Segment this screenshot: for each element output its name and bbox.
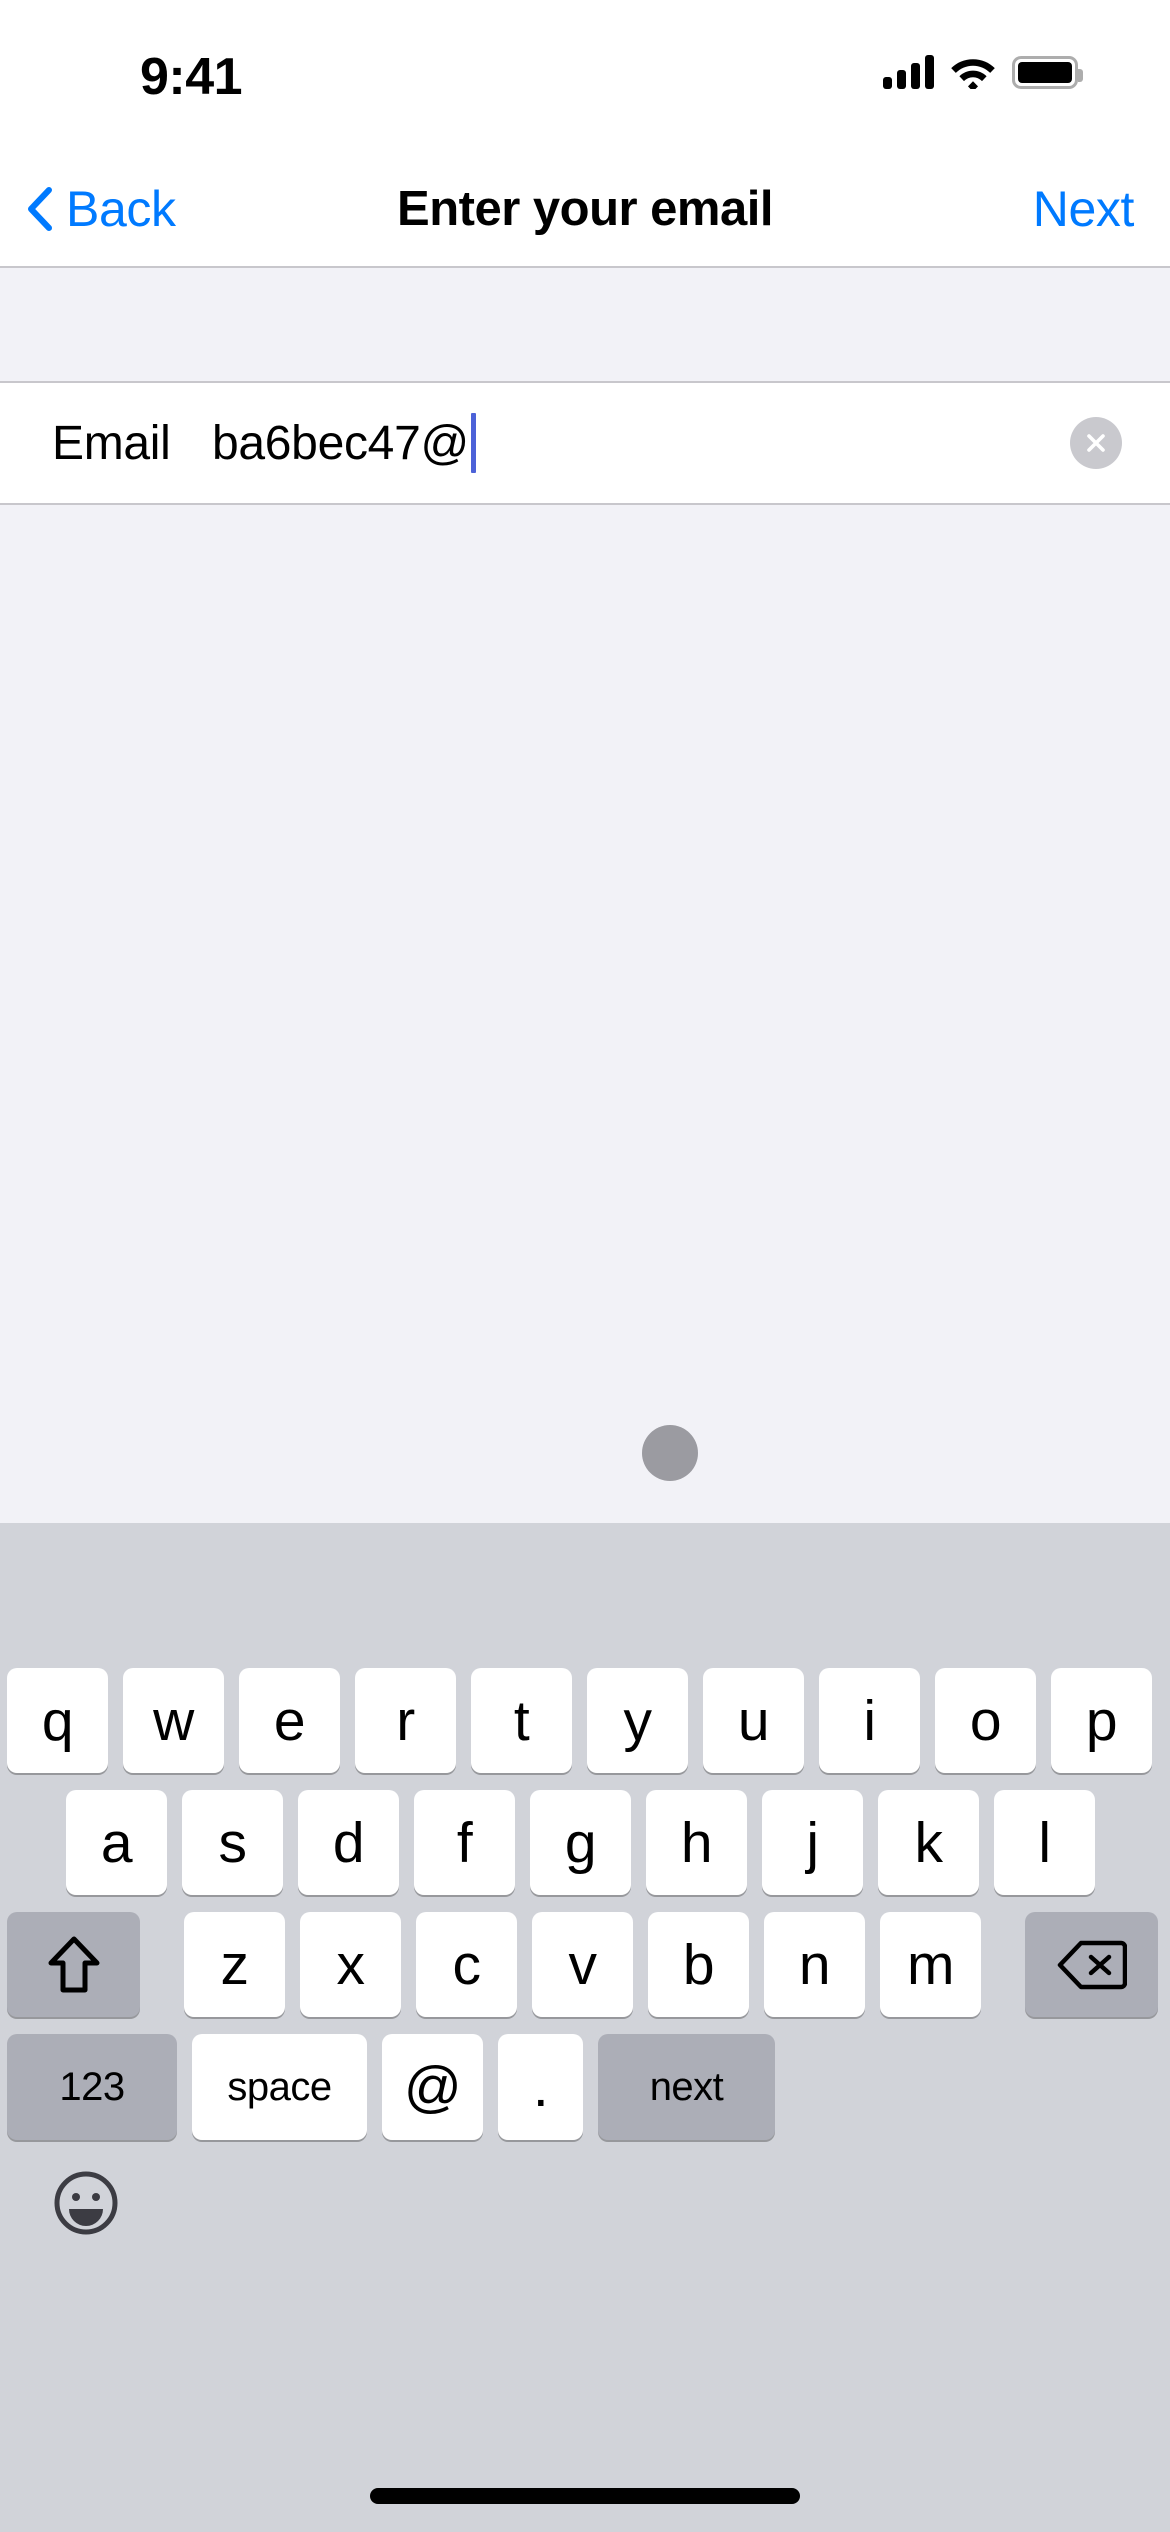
keyboard-row-3: z x c v b n m — [7, 1912, 1158, 2017]
email-field-row[interactable]: Email ba6bec47@ — [0, 383, 1170, 505]
key-j[interactable]: j — [762, 1790, 863, 1895]
key-m[interactable]: m — [880, 1912, 981, 2017]
backspace-key[interactable] — [1025, 1912, 1158, 2017]
navigation-bar: Back Enter your email Next — [0, 150, 1170, 268]
content-area — [0, 505, 1170, 1523]
emoji-smiley-icon — [52, 2169, 120, 2237]
key-u[interactable]: u — [703, 1668, 804, 1773]
text-caret — [470, 413, 476, 473]
email-input-value[interactable]: ba6bec47@ — [212, 416, 469, 471]
status-bar: 9:41 — [0, 0, 1170, 150]
clear-text-button[interactable] — [1070, 417, 1122, 469]
software-keyboard: q w e r t y u i o p a s d f g h j k l z … — [0, 1523, 1170, 2532]
wifi-icon — [950, 55, 996, 89]
key-g[interactable]: g — [530, 1790, 631, 1895]
key-s[interactable]: s — [182, 1790, 283, 1895]
app-screen: 9:41 Back Enter your email Next Email ba… — [0, 0, 1170, 2532]
home-indicator-bar — [370, 2488, 800, 2504]
key-k[interactable]: k — [878, 1790, 979, 1895]
key-p[interactable]: p — [1051, 1668, 1152, 1773]
page-title: Enter your email — [397, 182, 773, 236]
key-i[interactable]: i — [819, 1668, 920, 1773]
key-x[interactable]: x — [300, 1912, 401, 2017]
shift-key[interactable] — [7, 1912, 140, 2017]
next-button[interactable]: Next — [1033, 150, 1135, 268]
key-z[interactable]: z — [184, 1912, 285, 2017]
key-e[interactable]: e — [239, 1668, 340, 1773]
space-key[interactable]: space — [192, 2034, 367, 2140]
period-key[interactable]: . — [498, 2034, 583, 2140]
key-b[interactable]: b — [648, 1912, 749, 2017]
key-h[interactable]: h — [646, 1790, 747, 1895]
key-r[interactable]: r — [355, 1668, 456, 1773]
key-d[interactable]: d — [298, 1790, 399, 1895]
emoji-key[interactable] — [52, 2169, 120, 2237]
backspace-delete-icon — [1057, 1939, 1127, 1991]
key-o[interactable]: o — [935, 1668, 1036, 1773]
email-field-label: Email — [52, 416, 171, 470]
cellular-signal-icon — [883, 55, 934, 89]
at-sign-key[interactable]: @ — [382, 2034, 483, 2140]
form-section-header — [0, 268, 1170, 383]
status-bar-indicators — [883, 55, 1083, 89]
key-q[interactable]: q — [7, 1668, 108, 1773]
keyboard-row-4: 123 space @ . next — [7, 2034, 775, 2140]
key-t[interactable]: t — [471, 1668, 572, 1773]
key-l[interactable]: l — [994, 1790, 1095, 1895]
key-w[interactable]: w — [123, 1668, 224, 1773]
key-f[interactable]: f — [414, 1790, 515, 1895]
key-a[interactable]: a — [66, 1790, 167, 1895]
keyboard-row-2: a s d f g h j k l — [66, 1790, 1095, 1895]
status-bar-clock: 9:41 — [140, 48, 243, 106]
key-y[interactable]: y — [587, 1668, 688, 1773]
keyboard-row-1: q w e r t y u i o p — [7, 1668, 1152, 1773]
loading-dot-indicator — [642, 1425, 698, 1481]
battery-icon — [1012, 55, 1083, 89]
key-n[interactable]: n — [764, 1912, 865, 2017]
shift-arrow-icon — [46, 1934, 102, 1996]
numeric-mode-key[interactable]: 123 — [7, 2034, 177, 2140]
email-input-wrapper[interactable]: ba6bec47@ — [212, 413, 1170, 473]
key-v[interactable]: v — [532, 1912, 633, 2017]
key-c[interactable]: c — [416, 1912, 517, 2017]
return-next-key[interactable]: next — [598, 2034, 775, 2140]
